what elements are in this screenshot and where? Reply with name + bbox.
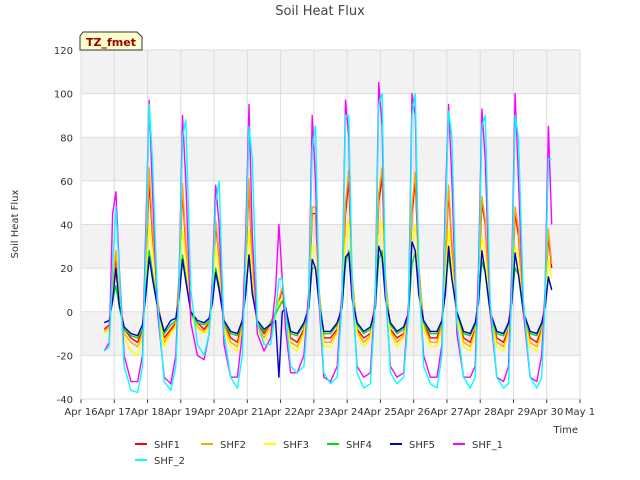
x-tick-label: Apr 19 [164,407,197,418]
tz-badge-label: TZ_fmet [86,36,136,49]
y-tick-label: 20 [60,264,73,275]
legend-label: SHF5 [409,440,435,451]
x-tick-label: Apr 28 [464,407,497,418]
y-tick-label: 120 [54,46,73,57]
legend-label: SHF_2 [154,456,185,467]
x-tick-label: Apr 27 [430,407,463,418]
x-tick-label: Apr 20 [197,407,230,418]
x-tick-label: Apr 18 [131,407,164,418]
legend-label: SHF3 [283,440,309,451]
y-tick-label: 60 [60,177,73,188]
y-tick-label: 100 [54,90,73,101]
x-tick-label: Apr 23 [297,407,330,418]
plot-band [81,50,580,94]
x-axis-label: Time [553,425,578,436]
chart-title: Soil Heat Flux [275,4,365,19]
legend-label: SHF1 [154,440,180,451]
x-tick-label: Apr 26 [397,407,430,418]
legend-label: SHF_1 [472,440,503,451]
y-tick-label: 40 [60,221,73,232]
x-tick-label: Apr 25 [364,407,397,418]
y-tick-label: -40 [57,395,73,406]
y-tick-label: 0 [67,308,73,319]
legend-label: SHF4 [346,440,372,451]
soil-heat-flux-chart: -40-20020406080100120Apr 16 Apr 17 Apr 18 A… [0,0,640,480]
x-tick-label: Apr 30 [530,407,563,418]
x-tick-label: Apr 29 [497,407,530,418]
x-tick-label: Apr 22 [264,407,297,418]
legend-label: SHF2 [220,440,246,451]
y-axis-label: Soil Heat Flux [10,189,21,258]
y-tick-label: 80 [60,133,73,144]
y-tick-label: -20 [57,351,73,362]
x-tick-label: Apr 24 [331,407,364,418]
plot-band [81,137,580,181]
x-tick-label: Apr 16 [64,407,97,418]
x-tick-label: Apr 17 [98,407,131,418]
x-tick-label: Apr 21 [231,407,264,418]
x-tick-label: May 1 [565,407,595,418]
tz-badge: TZ_fmet [79,31,143,51]
